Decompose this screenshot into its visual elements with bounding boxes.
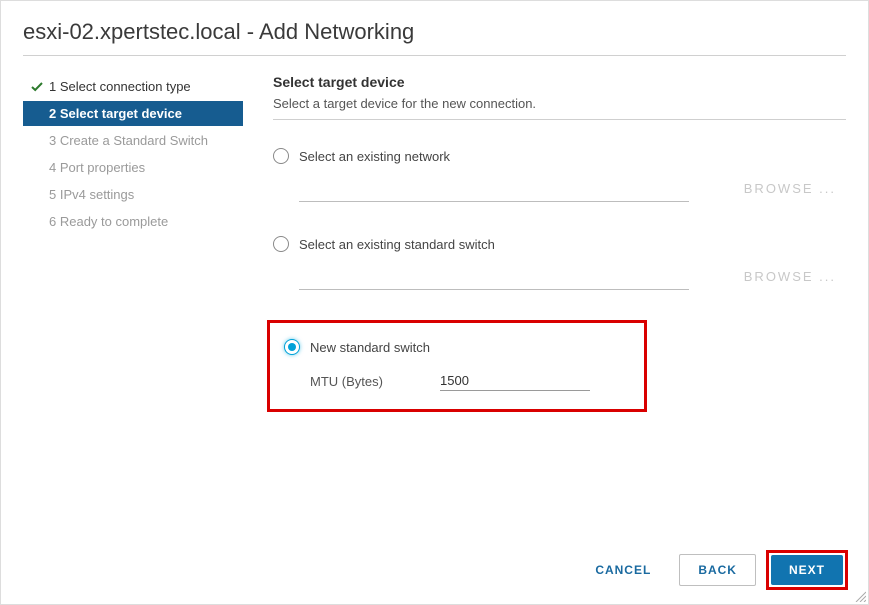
- next-button[interactable]: NEXT: [771, 555, 843, 585]
- section-subtitle: Select a target device for the new conne…: [273, 96, 846, 111]
- wizard-main-panel: Select target device Select a target dev…: [243, 74, 846, 412]
- step-label: 1 Select connection type: [49, 79, 191, 94]
- title-divider: [23, 55, 846, 56]
- step-label: 4 Port properties: [49, 160, 145, 175]
- existing-network-field[interactable]: [299, 174, 689, 202]
- step-label: 5 IPv4 settings: [49, 187, 134, 202]
- mtu-input[interactable]: [440, 371, 590, 391]
- radio-existing-switch[interactable]: Select an existing standard switch: [273, 236, 846, 252]
- step-3-create-switch[interactable]: 3 Create a Standard Switch: [23, 128, 243, 153]
- radio-new-switch[interactable]: New standard switch: [284, 339, 630, 355]
- radio-label: Select an existing network: [299, 149, 450, 164]
- checkmark-icon: [31, 81, 45, 93]
- radio-icon: [273, 236, 289, 252]
- radio-existing-network[interactable]: Select an existing network: [273, 148, 846, 164]
- mtu-row: MTU (Bytes): [310, 371, 630, 391]
- step-label: 3 Create a Standard Switch: [49, 133, 208, 148]
- section-title: Select target device: [273, 74, 846, 90]
- option-existing-network: Select an existing network BROWSE ...: [273, 148, 846, 202]
- step-label: 6 Ready to complete: [49, 214, 168, 229]
- radio-icon: [273, 148, 289, 164]
- section-divider: [273, 119, 846, 120]
- step-2-target-device[interactable]: 2 Select target device: [23, 101, 243, 126]
- wizard-steps-sidebar: 1 Select connection type 2 Select target…: [23, 74, 243, 412]
- existing-switch-field[interactable]: [299, 262, 689, 290]
- step-4-port-properties[interactable]: 4 Port properties: [23, 155, 243, 180]
- step-1-connection-type[interactable]: 1 Select connection type: [23, 74, 243, 99]
- radio-label: Select an existing standard switch: [299, 237, 495, 252]
- next-button-highlight: NEXT: [766, 550, 848, 590]
- dialog-footer: CANCEL BACK NEXT: [577, 550, 848, 590]
- step-label: 2 Select target device: [49, 106, 182, 121]
- add-networking-dialog: esxi-02.xpertstec.local - Add Networking…: [1, 1, 868, 412]
- back-button[interactable]: BACK: [679, 554, 756, 586]
- dialog-title: esxi-02.xpertstec.local - Add Networking: [23, 19, 846, 45]
- mtu-label: MTU (Bytes): [310, 374, 440, 389]
- browse-network-button[interactable]: BROWSE ...: [744, 181, 836, 196]
- cancel-button[interactable]: CANCEL: [577, 555, 669, 585]
- option-new-switch-highlight: New standard switch MTU (Bytes): [267, 320, 647, 412]
- browse-switch-button[interactable]: BROWSE ...: [744, 269, 836, 284]
- resize-grip-icon[interactable]: [854, 590, 866, 602]
- step-6-ready-to-complete[interactable]: 6 Ready to complete: [23, 209, 243, 234]
- dialog-body: 1 Select connection type 2 Select target…: [23, 74, 846, 412]
- radio-label: New standard switch: [310, 340, 430, 355]
- step-5-ipv4-settings[interactable]: 5 IPv4 settings: [23, 182, 243, 207]
- radio-icon: [284, 339, 300, 355]
- option-existing-switch: Select an existing standard switch BROWS…: [273, 236, 846, 290]
